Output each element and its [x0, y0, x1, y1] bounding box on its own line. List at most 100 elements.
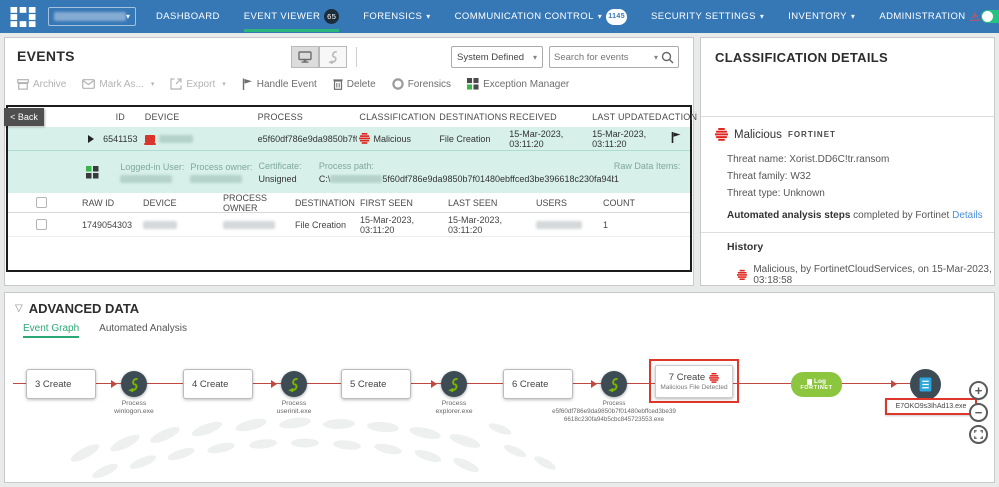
process-view-button[interactable] [319, 46, 347, 68]
exception-grid-icon [86, 166, 99, 179]
toggle-knob [982, 11, 993, 22]
event-received: 15-Mar-2023, 03:11:20 [507, 129, 590, 149]
action-flag-icon[interactable] [671, 132, 681, 143]
arrowhead-icon [111, 380, 117, 388]
process-node-label: Processuserinit.exe [249, 400, 339, 416]
row-expander-icon[interactable] [88, 135, 94, 143]
column-header-last-updated: LAST UPDATED [590, 112, 662, 122]
chevron-down-icon: ▾ [222, 80, 226, 88]
process-node-label: Processwinlogon.exe [89, 400, 179, 416]
column-header-destinations: DESTINATIONS [437, 112, 507, 122]
history-title: History [727, 241, 763, 253]
event-filter-select[interactable]: System Defined ▾ [451, 46, 543, 68]
select-all-checkbox[interactable] [36, 197, 47, 208]
search-dropdown-icon[interactable]: ▾ [654, 53, 658, 62]
nav-item-administration[interactable]: ADMINISTRATION ⚠ [879, 0, 980, 33]
nav-item-event-viewer[interactable]: EVENT VIEWER 65 [244, 0, 339, 33]
nav-item-security-settings[interactable]: SECURITY SETTINGS ▾ [651, 0, 764, 33]
events-table: ID DEVICE PROCESS CLASSIFICATION DESTINA… [6, 105, 692, 272]
graph-node-6-create[interactable]: 6 Create [503, 369, 573, 399]
divider [701, 232, 994, 233]
fit-to-screen-button[interactable] [969, 425, 988, 444]
classification-title: CLASSIFICATION DETAILS [715, 50, 888, 65]
column-header-classification: CLASSIFICATION [357, 112, 437, 122]
prevention-mode-toggle[interactable] [981, 10, 999, 23]
threat-type-label: Threat type: [727, 188, 780, 199]
automated-analysis-line: Automated analysis steps completed by Fo… [727, 210, 983, 221]
nav-label: ADMINISTRATION [879, 11, 965, 22]
export-button[interactable]: Export ▾ [170, 78, 225, 90]
mark-as-button[interactable]: Mark As... ▾ [82, 79, 154, 90]
toolbar-label: Export [186, 79, 215, 90]
device-view-button[interactable] [291, 46, 319, 68]
malicious-bug-icon [737, 269, 747, 281]
certificate-label: Certificate: [259, 161, 319, 171]
graph-node-4-create[interactable]: 4 Create [183, 369, 253, 399]
redacted-device-name [159, 135, 193, 143]
event-graph: 3 Create 4 Create 5 Create 6 Create Proc… [5, 293, 994, 482]
event-count-badge: 65 [324, 9, 339, 24]
column-header-device: DEVICE [143, 112, 256, 122]
delete-button[interactable]: Delete [333, 78, 376, 90]
archive-button[interactable]: Archive [17, 79, 66, 90]
redacted-process-owner [223, 221, 275, 229]
toolbar-label: Archive [33, 79, 66, 90]
process-node-winlogon[interactable] [121, 371, 147, 397]
malicious-file-detected-label: Malicious File Detected [660, 384, 727, 391]
raw-destination: File Creation [293, 220, 358, 230]
raw-first-seen: 15-Mar-2023, 03:11:20 [358, 215, 446, 235]
classification-verdict: Malicious FORTINET [715, 128, 836, 141]
log-label: Log [814, 378, 826, 385]
column-header-count: COUNT [601, 198, 661, 208]
column-header-id: ID [98, 112, 143, 122]
zoom-in-button[interactable]: + [969, 381, 988, 400]
process-node-hash[interactable] [601, 371, 627, 397]
column-header-users: USERS [534, 198, 601, 208]
export-icon [170, 78, 182, 90]
search-input[interactable] [554, 52, 654, 63]
nav-item-dashboard[interactable]: DASHBOARD [156, 0, 220, 33]
process-squiggle-icon [327, 50, 340, 64]
process-node-userinit[interactable] [281, 371, 307, 397]
document-icon [919, 377, 932, 392]
process-path-label: Process path: [319, 161, 614, 171]
raw-data-row[interactable]: 1749054303 File Creation 15-Mar-2023, 03… [8, 213, 690, 237]
graph-node-5-create[interactable]: 5 Create [341, 369, 411, 399]
row-checkbox[interactable] [36, 219, 47, 230]
nav-label: EVENT VIEWER [244, 11, 320, 22]
raw-data-items-label: Raw Data Items: [614, 161, 684, 171]
column-header-raw-id: RAW ID [64, 198, 141, 208]
handle-event-button[interactable]: Handle Event [242, 78, 317, 90]
process-node-explorer[interactable] [441, 371, 467, 397]
nav-item-forensics[interactable]: FORENSICS ▾ [363, 0, 430, 33]
exception-manager-button[interactable]: Exception Manager [467, 78, 569, 90]
forensics-button[interactable]: Forensics [392, 78, 451, 90]
toolbar-label: Exception Manager [483, 79, 569, 90]
zoom-out-button[interactable]: − [969, 403, 988, 422]
toolbar-label: Delete [347, 79, 376, 90]
graph-connector-line [13, 383, 926, 384]
divider [356, 47, 357, 67]
graph-node-7-create[interactable]: 7 Create Malicious File Detected [655, 365, 733, 398]
nav-label: COMMUNICATION CONTROL [455, 11, 594, 22]
toolbar-label: Handle Event [257, 79, 317, 90]
comm-control-badge: 1145 [606, 9, 627, 25]
log-doc-icon [807, 379, 812, 385]
details-link[interactable]: Details [952, 210, 983, 221]
event-row-selected[interactable]: 6541153 e5f60df786e9da9850b7f0... Malici… [8, 127, 690, 151]
nav-item-inventory[interactable]: INVENTORY ▾ [788, 0, 855, 33]
file-node[interactable] [910, 369, 941, 400]
nav-item-communication-control[interactable]: COMMUNICATION CONTROL ▾ 1145 [455, 0, 627, 33]
filter-selected-value: System Defined [457, 52, 524, 63]
event-destinations: File Creation [437, 134, 507, 144]
fortinet-log-badge[interactable]: Log FORTINET [791, 372, 842, 397]
search-icon[interactable] [661, 51, 674, 64]
threat-details: Threat name: Xorist.DD6C!tr.ransom Threa… [727, 151, 889, 202]
collector-group-dropdown[interactable]: ▾ [48, 7, 136, 26]
classification-panel: CLASSIFICATION DETAILS Malicious FORTINE… [700, 37, 995, 286]
graph-node-3-create[interactable]: 3 Create [26, 369, 96, 399]
back-button[interactable]: < Back [4, 108, 44, 126]
chevron-down-icon: ▾ [851, 12, 855, 21]
monitor-icon [298, 51, 312, 63]
archive-icon [17, 79, 29, 90]
